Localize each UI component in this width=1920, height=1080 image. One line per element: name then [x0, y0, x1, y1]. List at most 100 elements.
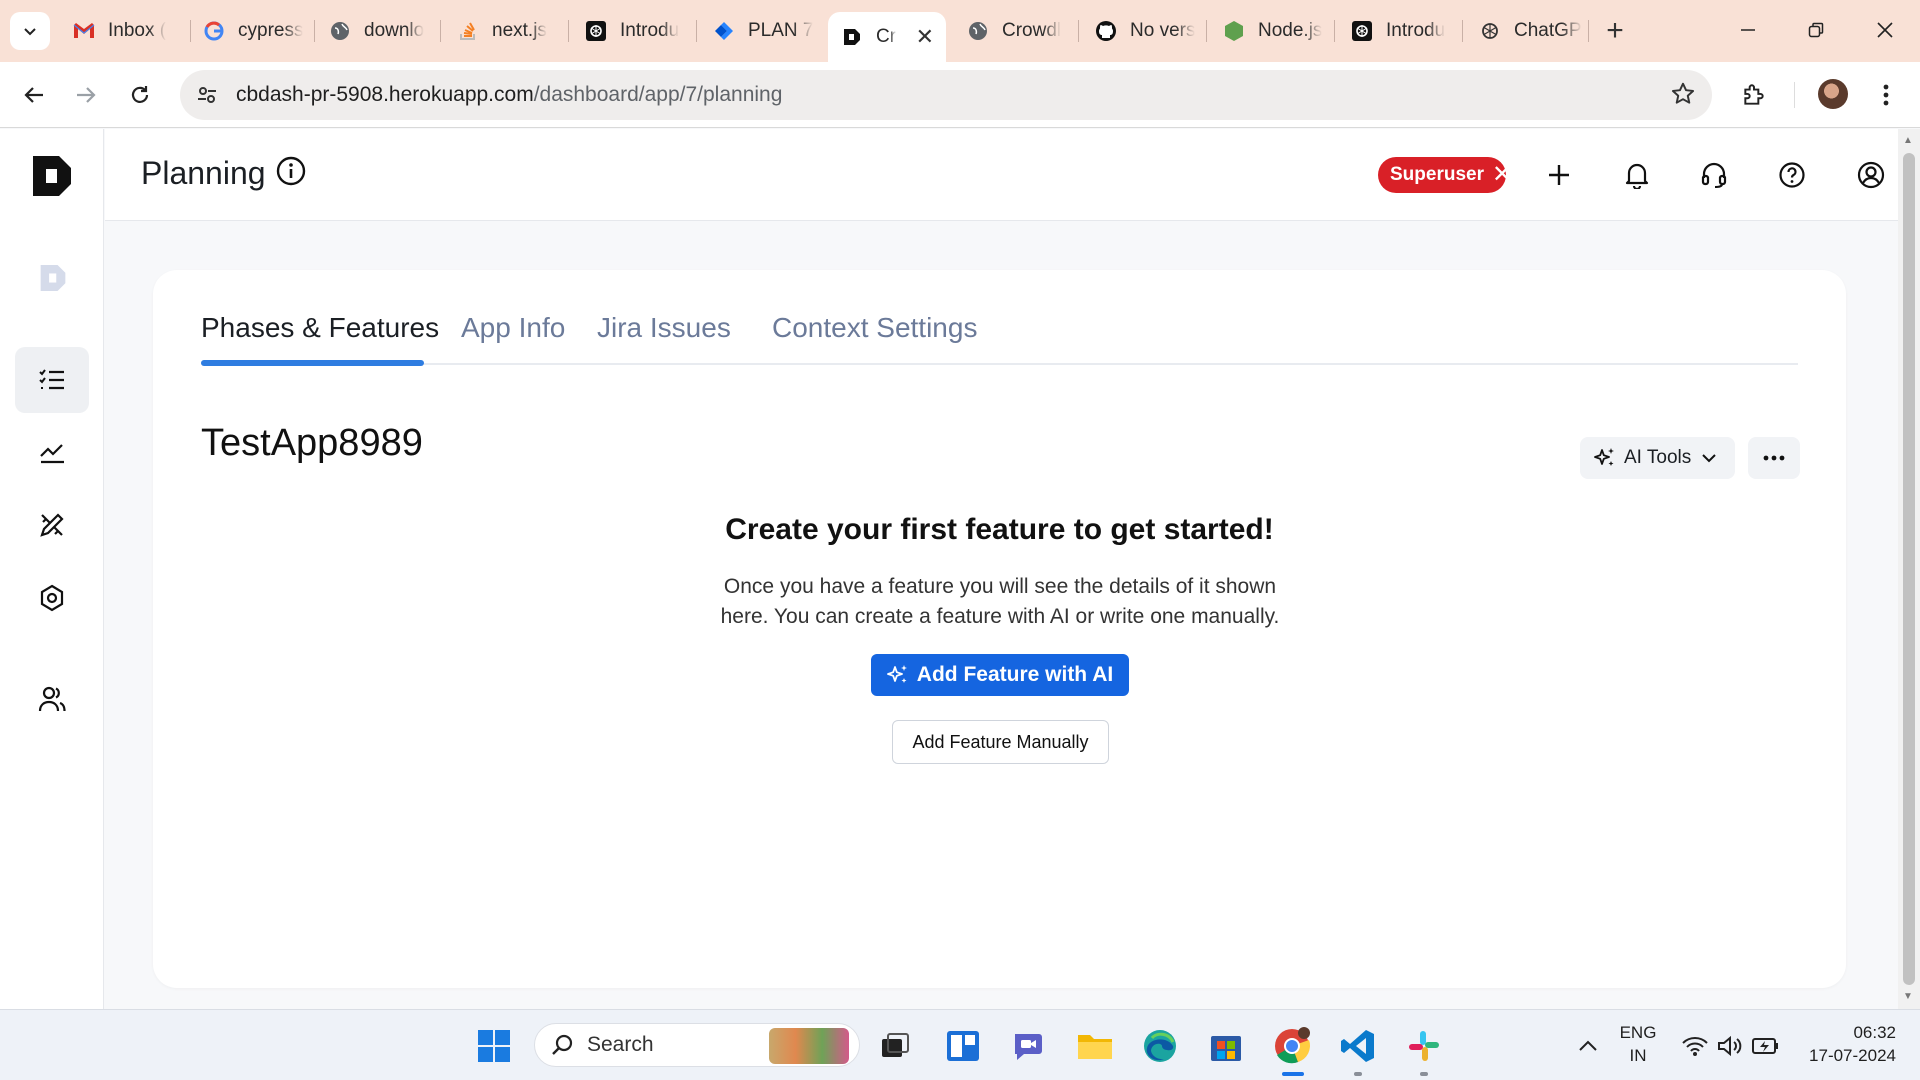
browser-menu-button[interactable]	[1866, 75, 1906, 115]
users-icon	[38, 686, 66, 712]
profile-avatar[interactable]	[1818, 79, 1848, 109]
search-icon	[552, 1034, 573, 1055]
tab-title: Node.js	[1258, 20, 1323, 41]
tab-title: Introdu	[1386, 20, 1446, 41]
browser-tab[interactable]: cypress	[190, 12, 312, 50]
start-button[interactable]	[472, 1024, 516, 1068]
nav-team[interactable]	[15, 666, 89, 732]
browser-tab[interactable]: No vers	[1082, 12, 1204, 50]
file-explorer-button[interactable]	[1073, 1024, 1117, 1068]
region-code: IN	[1629, 1046, 1647, 1065]
vscode-button[interactable]	[1336, 1024, 1380, 1068]
nav-settings[interactable]	[15, 565, 89, 631]
reload-button[interactable]	[120, 75, 160, 115]
forward-button[interactable]	[66, 75, 106, 115]
close-window-button[interactable]	[1850, 8, 1920, 52]
tab-title: Crowdl	[1002, 20, 1062, 41]
help-button[interactable]	[1776, 159, 1808, 191]
browser-tab-active[interactable]: Cr ✕	[828, 12, 946, 62]
vscode-icon	[1341, 1030, 1374, 1062]
plus-icon: +	[1606, 14, 1624, 47]
chrome-button[interactable]	[1270, 1024, 1314, 1068]
browser-tab[interactable]: Introdu	[1338, 12, 1460, 50]
browser-tab[interactable]: Introdu	[572, 12, 694, 50]
wifi-icon	[1682, 1037, 1708, 1056]
openai-icon	[1350, 19, 1374, 43]
taskbar-search-box[interactable]: Search	[534, 1023, 860, 1067]
browser-tab[interactable]: next.js	[444, 12, 566, 50]
notifications-button[interactable]	[1621, 159, 1653, 191]
site-settings-icon[interactable]	[194, 82, 220, 108]
task-view-icon	[882, 1033, 909, 1057]
plus-icon	[1549, 165, 1569, 185]
app-header: Planning Superuser ✕	[105, 129, 1898, 221]
stackoverflow-icon	[456, 19, 480, 43]
store-icon	[1211, 1036, 1241, 1061]
tab-title: Cr	[876, 26, 897, 47]
slack-button[interactable]	[1402, 1024, 1446, 1068]
address-bar[interactable]: cbdash-pr-5908.herokuapp.com/dashboard/a…	[180, 70, 1712, 120]
language-indicator[interactable]: ENG IN	[1616, 1023, 1660, 1066]
more-options-button[interactable]	[1748, 437, 1800, 479]
clock[interactable]: 06:32 17-07-2024	[1796, 1023, 1896, 1066]
folder-icon	[1078, 1035, 1112, 1059]
puzzle-icon	[1744, 84, 1764, 105]
close-icon[interactable]: ✕	[1492, 163, 1512, 187]
superuser-badge[interactable]: Superuser ✕	[1378, 157, 1512, 193]
nav-design[interactable]	[15, 492, 89, 558]
store-button[interactable]	[1204, 1024, 1248, 1068]
side-navigation	[0, 129, 104, 1009]
info-icon[interactable]	[275, 155, 307, 187]
page-scrollbar[interactable]: ▲ ▼	[1898, 129, 1920, 1009]
close-tab-icon[interactable]: ✕	[916, 24, 934, 50]
tab-jira-issues[interactable]: Jira Issues	[597, 312, 731, 344]
support-button[interactable]	[1698, 159, 1730, 191]
back-button[interactable]	[14, 75, 54, 115]
windows-logo-icon	[478, 1030, 510, 1062]
bookmark-star-icon[interactable]	[1670, 81, 1696, 112]
jira-icon	[712, 19, 736, 43]
browser-tab[interactable]: Node.js	[1210, 12, 1332, 50]
empty-state-description: Once you have a feature you will see the…	[720, 575, 1280, 628]
teams-button[interactable]	[1007, 1024, 1051, 1068]
widgets-button[interactable]	[941, 1024, 985, 1068]
bell-icon	[1625, 163, 1649, 189]
extensions-button[interactable]	[1734, 75, 1774, 115]
add-feature-ai-label: Add Feature with AI	[916, 663, 1114, 686]
account-button[interactable]	[1855, 159, 1887, 191]
browser-tab[interactable]: ChatGP	[1466, 12, 1588, 50]
chatgpt-icon	[1478, 19, 1502, 43]
chevron-up-icon	[1579, 1040, 1597, 1051]
crowdbotics-icon	[840, 25, 864, 49]
scrollbar-thumb[interactable]	[1903, 153, 1915, 985]
edge-button[interactable]	[1138, 1024, 1182, 1068]
google-icon	[202, 19, 226, 43]
minimize-button[interactable]	[1713, 8, 1783, 52]
new-tab-button[interactable]: +	[1598, 14, 1632, 48]
browser-tab[interactable]: downlo	[316, 12, 438, 50]
scroll-up-arrow-icon[interactable]: ▲	[1903, 135, 1913, 146]
scroll-down-arrow-icon[interactable]: ▼	[1903, 991, 1913, 1002]
crowdbotics-logo[interactable]	[33, 156, 71, 196]
browser-tab[interactable]: Crowdl	[954, 12, 1076, 50]
restore-button[interactable]	[1781, 8, 1851, 52]
nav-planning[interactable]	[15, 347, 89, 413]
add-feature-with-ai-button[interactable]: Add Feature with AI	[871, 654, 1129, 696]
reload-icon	[131, 86, 149, 103]
restore-icon	[1808, 22, 1824, 38]
browser-tab[interactable]: Inbox (	[60, 12, 188, 50]
tab-context-settings[interactable]: Context Settings	[772, 312, 977, 344]
tab-search-button[interactable]	[10, 12, 50, 50]
line-chart-icon	[40, 444, 64, 464]
add-button[interactable]	[1543, 159, 1575, 191]
task-view-button[interactable]	[873, 1024, 917, 1068]
nav-analytics[interactable]	[15, 419, 89, 485]
browser-tab[interactable]: PLAN 7	[700, 12, 822, 50]
show-hidden-icons-button[interactable]	[1566, 1024, 1610, 1068]
tab-app-info[interactable]: App Info	[461, 312, 565, 344]
add-feature-manually-button[interactable]: Add Feature Manually	[892, 720, 1109, 764]
battery-button[interactable]	[1744, 1024, 1788, 1068]
planning-card: Phases & Features App Info Jira Issues C…	[153, 270, 1846, 988]
tab-phases-features[interactable]: Phases & Features	[201, 312, 439, 344]
ai-tools-dropdown[interactable]: AI Tools	[1580, 437, 1735, 479]
